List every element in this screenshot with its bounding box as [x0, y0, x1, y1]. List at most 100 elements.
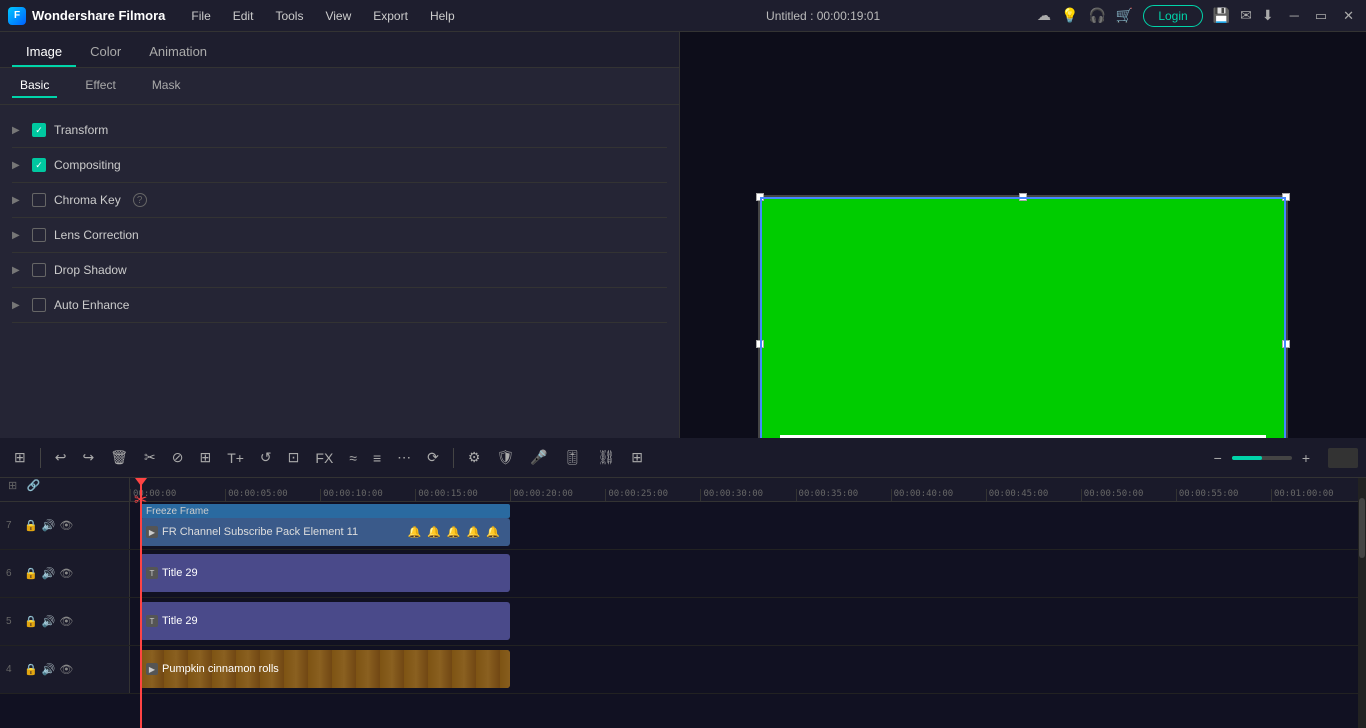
track-lock-icon-5[interactable]: 🔒: [24, 615, 38, 628]
timeline-scrollbar-thumb[interactable]: [1359, 498, 1365, 558]
track-lock-icon-6[interactable]: 🔒: [24, 567, 38, 580]
autoenhance-checkbox[interactable]: [32, 298, 46, 312]
zoom-in-button[interactable]: +: [1296, 446, 1316, 470]
color-button[interactable]: ⟳: [421, 445, 445, 470]
clip-title-label-6: Title 29: [162, 567, 198, 579]
subtab-basic[interactable]: Basic: [12, 74, 57, 98]
track-mute-icon-7[interactable]: 🔊: [42, 519, 56, 532]
track-lock-icon-7[interactable]: 🔒: [24, 519, 38, 532]
text-button[interactable]: T+: [221, 446, 250, 470]
settings-button[interactable]: ⚙: [462, 445, 487, 470]
download-icon[interactable]: ⬇: [1262, 7, 1274, 24]
bottom-area: ⊞ ↩ ↪ 🗑 ✂ ⊘ ⊞ T+ ↺ ⊡ FX ≈ ≡ ⋯ ⟳ ⚙ 🛡 🎤 🎚 …: [0, 438, 1366, 728]
track-controls-7: 7 🔒 🔊 👁: [0, 502, 130, 549]
track-toggle-button[interactable]: ⊞: [625, 445, 649, 470]
ruler-mark-2: 00:00:10:00: [320, 489, 415, 501]
chromakey-label: Chroma Key: [54, 193, 121, 207]
topbar: F Wondershare Filmora File Edit Tools Vi…: [0, 0, 1366, 32]
grid-tool-button[interactable]: ⊞: [8, 445, 32, 470]
clip-pumpkin[interactable]: ▶ Pumpkin cinnamon rolls: [140, 650, 510, 688]
clip-freeze-frame[interactable]: Freeze Frame: [140, 504, 510, 518]
idea-icon[interactable]: 💡: [1061, 7, 1078, 24]
track-eye-icon-6[interactable]: 👁: [59, 567, 73, 580]
crop-button[interactable]: ⊡: [282, 445, 306, 470]
prop-drop-shadow[interactable]: ▶ Drop Shadow: [12, 253, 667, 288]
headset-icon[interactable]: 🎧: [1088, 7, 1105, 24]
clip-subscribe-pack[interactable]: ▶ FR Channel Subscribe Pack Element 11 🔔…: [140, 518, 510, 546]
compositing-checkbox[interactable]: [32, 158, 46, 172]
close-button[interactable]: ✕: [1339, 6, 1358, 26]
ripple-button[interactable]: ↺: [254, 445, 278, 470]
prop-transform[interactable]: ▶ Transform: [12, 113, 667, 148]
ruler-mark-12: 00:01:00:00: [1271, 489, 1366, 501]
save-icon[interactable]: 💾: [1213, 7, 1230, 24]
track-mute-icon-6[interactable]: 🔊: [42, 567, 56, 580]
subtab-effect[interactable]: Effect: [77, 74, 123, 98]
transform-checkbox[interactable]: [32, 123, 46, 137]
tab-animation[interactable]: Animation: [135, 38, 221, 67]
clip-title-5[interactable]: T Title 29: [140, 602, 510, 640]
timeline-container: ⊞ 🔗 00:00:00 00:00:05:00 00:00:10:00 00:…: [0, 478, 1366, 728]
bell-dots: 🔔 🔔 🔔 🔔 🔔: [407, 526, 500, 539]
track-row-4: 4 🔒 🔊 👁 ▶ Pumpkin cinnamon rolls: [0, 646, 1366, 694]
equalizer-button[interactable]: ≡: [367, 446, 387, 470]
minimize-button[interactable]: ─: [1286, 6, 1303, 26]
split-button[interactable]: ⊞: [193, 445, 217, 470]
connect-button[interactable]: ⛓: [591, 445, 621, 470]
mail-icon[interactable]: ✉: [1240, 7, 1252, 24]
clip-title-6[interactable]: T Title 29: [140, 554, 510, 592]
login-button[interactable]: Login: [1143, 5, 1202, 27]
track-num-4: 4: [6, 664, 20, 675]
maximize-button[interactable]: ▭: [1311, 6, 1331, 26]
prop-lens-correction[interactable]: ▶ Lens Correction: [12, 218, 667, 253]
handle-tm[interactable]: [1019, 193, 1027, 201]
tab-color[interactable]: Color: [76, 38, 135, 67]
menu-export[interactable]: Export: [363, 5, 418, 27]
delete-button[interactable]: 🗑: [104, 445, 134, 470]
shield-button[interactable]: 🛡: [490, 445, 520, 470]
audio-adj-button[interactable]: 🎚: [558, 445, 588, 470]
ruler-mark-6: 00:00:30:00: [700, 489, 795, 501]
lens-checkbox[interactable]: [32, 228, 46, 242]
cloud-icon[interactable]: ☁: [1037, 7, 1051, 24]
prop-auto-enhance[interactable]: ▶ Auto Enhance: [12, 288, 667, 323]
menu-tools[interactable]: Tools: [265, 5, 313, 27]
motion-button[interactable]: ≈: [343, 446, 363, 470]
track-eye-icon-4[interactable]: 👁: [59, 663, 73, 676]
menu-help[interactable]: Help: [420, 5, 465, 27]
track-row-6: 6 🔒 🔊 👁 T Title 29: [0, 550, 1366, 598]
handle-tr[interactable]: [1282, 193, 1290, 201]
chromakey-checkbox[interactable]: [32, 193, 46, 207]
fx-button[interactable]: FX: [309, 446, 339, 470]
handle-tl[interactable]: [756, 193, 764, 201]
mic-button[interactable]: 🎤: [524, 445, 553, 470]
track-lock-icon-4[interactable]: 🔒: [24, 663, 38, 676]
logo-icon: F: [8, 7, 26, 25]
no-cut-button[interactable]: ⊘: [166, 445, 190, 470]
handle-ml[interactable]: [756, 340, 764, 348]
prop-compositing[interactable]: ▶ Compositing: [12, 148, 667, 183]
subtab-mask[interactable]: Mask: [144, 74, 189, 98]
bell-5: 🔔: [486, 526, 500, 539]
prop-chroma-key[interactable]: ▶ Chroma Key ?: [12, 183, 667, 218]
track-eye-icon-7[interactable]: 👁: [59, 519, 73, 532]
menu-view[interactable]: View: [315, 5, 361, 27]
menu-edit[interactable]: Edit: [223, 5, 264, 27]
undo-button[interactable]: ↩: [49, 445, 73, 470]
track-eye-icon-5[interactable]: 👁: [59, 615, 73, 628]
handle-mr[interactable]: [1282, 340, 1290, 348]
timeline-left-stub: ⊞ 🔗: [0, 478, 130, 501]
track-mute-icon-5[interactable]: 🔊: [42, 615, 56, 628]
dropshadow-checkbox[interactable]: [32, 263, 46, 277]
tab-image[interactable]: Image: [12, 38, 76, 67]
cart-icon[interactable]: 🛒: [1116, 7, 1133, 24]
redo-button[interactable]: ↪: [76, 445, 100, 470]
zoom-track[interactable]: [1232, 456, 1292, 460]
chromakey-help-icon[interactable]: ?: [133, 193, 147, 207]
speed-button[interactable]: ⋯: [391, 445, 417, 470]
zoom-out-button[interactable]: −: [1208, 446, 1228, 470]
menu-file[interactable]: File: [181, 5, 220, 27]
timeline-scrollbar[interactable]: [1358, 478, 1366, 728]
track-mute-icon-4[interactable]: 🔊: [42, 663, 56, 676]
cut-button[interactable]: ✂: [138, 445, 162, 470]
